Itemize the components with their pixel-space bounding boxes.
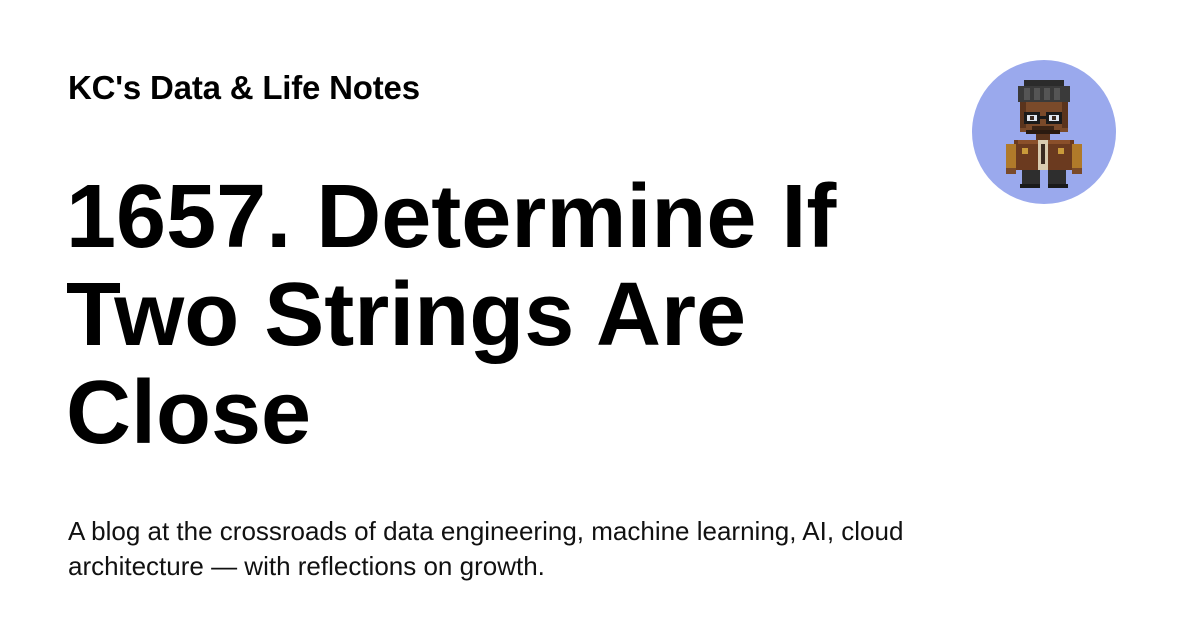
post-title: 1657. Determine If Two Strings Are Close [66, 167, 837, 463]
avatar [972, 60, 1116, 204]
pixel-art-person-with-glasses-icon [1006, 80, 1082, 188]
site-tagline: A blog at the crossroads of data enginee… [68, 516, 904, 581]
site-title: KC's Data & Life Notes [68, 69, 420, 106]
